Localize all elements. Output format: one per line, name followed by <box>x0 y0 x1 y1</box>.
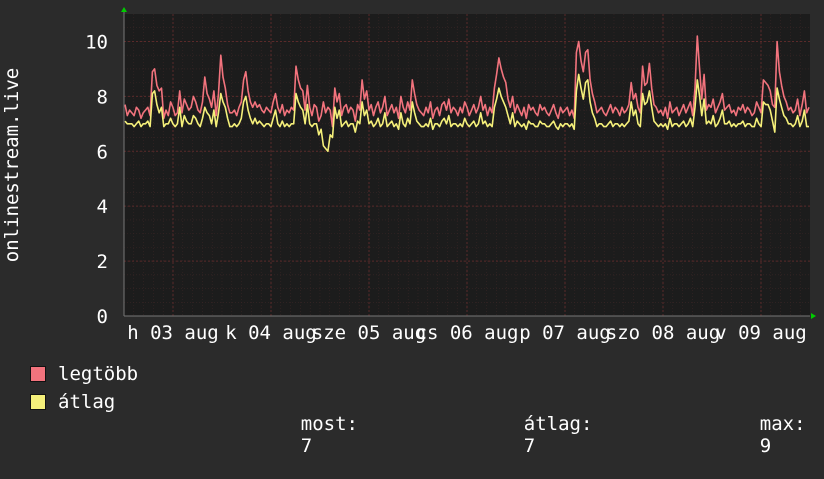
line-chart: 0 2 4 6 8 10 h 03 aug k 04 augsze 05 augcs 06 a… <box>1 7 816 344</box>
legend-swatch-avg <box>30 394 46 410</box>
y-tick-label: 2 <box>97 251 108 273</box>
x-axis-arrow <box>811 313 816 319</box>
legend-item-avg: átlag <box>30 391 115 413</box>
y-axis-label: onlinestream.live <box>1 68 23 262</box>
chart-panel: 0 2 4 6 8 10 h 03 aug k 04 aug sze 05 aug cs 06 a… <box>0 0 824 457</box>
y-tick-label: 0 <box>97 306 108 328</box>
stat-now-value: 7 <box>300 435 313 457</box>
x-tick-label: h 03 aug <box>127 322 219 344</box>
y-tick-label: 4 <box>97 196 108 218</box>
x-tick-label: k 04 aug <box>225 322 317 344</box>
stat-now-label: most: <box>300 413 358 435</box>
stat-now: most: 7 <box>255 391 358 479</box>
x-tick-label: cs 06 aug <box>416 322 519 344</box>
stat-avg: átlag: 7 <box>478 391 593 479</box>
x-tick-label: p 07 aug <box>519 322 611 344</box>
y-tick-label: 10 <box>85 31 108 53</box>
stat-avg-label: átlag: <box>523 413 593 435</box>
legend-item-max: legtöbb <box>30 363 138 385</box>
y-tick-label: 8 <box>97 86 108 108</box>
legend-swatch-max <box>30 366 46 382</box>
stat-max-value: 9 <box>759 435 772 457</box>
stat-max: max: 9 <box>714 391 806 479</box>
x-tick-label: szo 08 aug <box>606 322 720 344</box>
legend-label-avg: átlag <box>58 391 116 413</box>
x-tick-label: sze 05 aug <box>312 322 426 344</box>
stat-avg-value: 7 <box>523 435 536 457</box>
legend-label-max: legtöbb <box>58 363 139 385</box>
y-tick-label: 6 <box>97 141 108 163</box>
x-tick-label: v 09 aug <box>715 322 807 344</box>
y-axis-arrow <box>121 7 127 12</box>
stat-max-label: max: <box>759 413 806 435</box>
